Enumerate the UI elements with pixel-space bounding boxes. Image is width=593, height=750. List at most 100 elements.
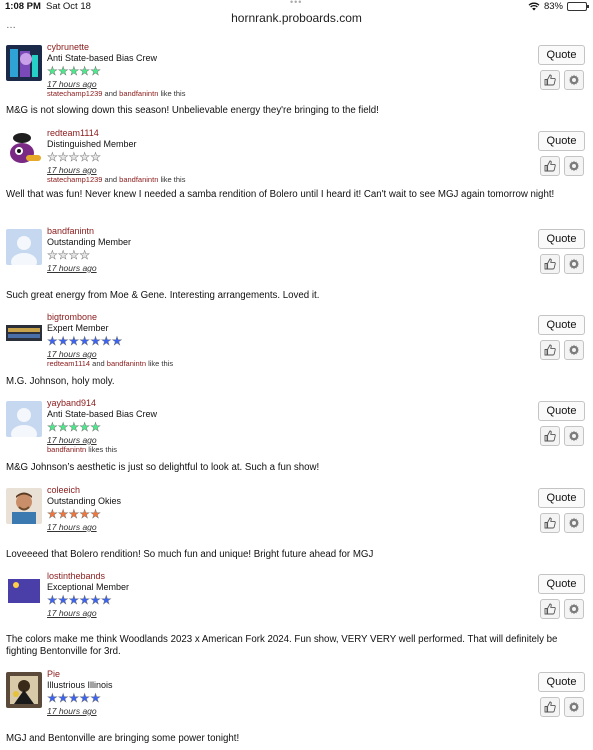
rank-stars: ★ ★ ★ ★ ★ ★ — [47, 594, 129, 606]
like-button[interactable] — [540, 697, 560, 717]
options-button[interactable] — [564, 513, 584, 533]
post-time-link[interactable]: 17 hours ago — [47, 79, 185, 89]
avatar[interactable] — [6, 315, 42, 351]
quote-button[interactable]: Quote — [538, 315, 585, 335]
quote-button[interactable]: Quote — [538, 45, 585, 65]
avatar[interactable] — [6, 573, 42, 609]
likes-suffix: like this — [158, 175, 186, 184]
options-button[interactable] — [564, 70, 584, 90]
rank-star-icon: ★ — [79, 420, 91, 434]
options-button[interactable] — [564, 156, 584, 176]
quote-button[interactable]: Quote — [538, 131, 585, 151]
battery-icon — [567, 2, 589, 11]
rank-star-icon: ★ — [100, 334, 112, 348]
gear-icon — [568, 430, 580, 442]
gear-icon — [568, 517, 580, 529]
post-body: M&G is not slowing down this season! Unb… — [6, 105, 379, 116]
post-time-link[interactable]: 17 hours ago — [47, 435, 157, 445]
rank-star-icon: ★ — [90, 420, 101, 434]
like-button[interactable] — [540, 426, 560, 446]
rank-star-icon: ★ — [90, 691, 101, 705]
post-body: M.G. Johnson, holy moly. — [6, 376, 115, 387]
member-rank: Anti State-based Bias Crew — [47, 409, 158, 419]
rank-stars: ★ ★ ★ ★ ★ — [47, 65, 185, 77]
post-body: Such great energy from Moe & Gene. Inter… — [6, 290, 320, 301]
member-rank: Outstanding Member — [47, 237, 132, 247]
username-link[interactable]: bandfanintn — [47, 226, 131, 237]
liker-link[interactable]: redteam1114 — [47, 359, 90, 368]
quote-button[interactable]: Quote — [538, 672, 585, 692]
post-meta: yayband914 Anti State-based Bias Crew ★ ★ ★ ★… — [47, 398, 157, 455]
avatar[interactable] — [6, 45, 42, 81]
quote-button[interactable]: Quote — [538, 401, 585, 421]
liker-link[interactable]: bandfanintn — [107, 359, 146, 368]
like-button[interactable] — [540, 156, 560, 176]
options-button[interactable] — [564, 340, 584, 360]
rank-star-icon: ★ — [57, 64, 69, 78]
thumbs-up-icon — [544, 74, 556, 86]
post-time-link[interactable]: 17 hours ago — [47, 608, 129, 618]
options-button[interactable] — [564, 426, 584, 446]
rank-star-icon: ★ — [47, 507, 58, 521]
avatar[interactable] — [6, 131, 42, 167]
options-button[interactable] — [564, 697, 584, 717]
address-bar[interactable]: hornrank.proboards.com — [0, 11, 593, 25]
rank-star-icon: ★ — [57, 593, 69, 607]
like-button[interactable] — [540, 254, 560, 274]
quote-button[interactable]: Quote — [538, 488, 585, 508]
rank-star-icon: ★ — [57, 248, 69, 262]
rank-star-icon: ★ — [111, 334, 123, 348]
avatar[interactable] — [6, 672, 42, 708]
post-body: The colors make me think Woodlands 2023 … — [6, 634, 558, 657]
member-rank: Distinguished Member — [47, 139, 137, 149]
post-meta: lostinthebands Exceptional Member ★ ★ ★ ★ ★ ★ 17… — [47, 571, 129, 618]
liker-link[interactable]: statechamp1239 — [47, 175, 102, 184]
post-body: MGJ and Bentonville are bringing some po… — [6, 733, 240, 744]
quote-button[interactable]: Quote — [538, 574, 585, 594]
username-link[interactable]: yayband914 — [47, 398, 157, 409]
options-button[interactable] — [564, 254, 584, 274]
liker-link[interactable]: bandfanintn — [119, 89, 158, 98]
username-link[interactable]: coleeich — [47, 485, 121, 496]
options-button[interactable] — [564, 599, 584, 619]
username-link[interactable]: cybrunette — [47, 42, 185, 53]
liker-link[interactable]: bandfanintn — [119, 175, 158, 184]
like-button[interactable] — [540, 340, 560, 360]
liker-link[interactable]: bandfanintn — [47, 445, 86, 454]
likes-suffix: like this — [158, 89, 186, 98]
quote-button-label: Quote — [546, 676, 577, 688]
post-time-link[interactable]: 17 hours ago — [47, 522, 121, 532]
username-link[interactable]: redteam1114 — [47, 128, 185, 139]
rank-star-icon: ★ — [47, 248, 58, 262]
rank-star-icon: ★ — [90, 64, 101, 78]
like-button[interactable] — [540, 513, 560, 533]
quote-button-label: Quote — [546, 233, 577, 245]
avatar[interactable] — [6, 401, 42, 437]
rank-stars: ★ ★ ★ ★ ★ — [47, 151, 185, 163]
post-time-link[interactable]: 17 hours ago — [47, 165, 185, 175]
likes-line: bandfanintn likes this — [47, 445, 157, 455]
previous-post-clipped: … — [6, 26, 506, 31]
avatar[interactable] — [6, 488, 42, 524]
username-link[interactable]: bigtrombone — [47, 312, 173, 323]
rank-star-icon: ★ — [68, 507, 80, 521]
rank-star-icon: ★ — [79, 334, 91, 348]
rank-star-icon: ★ — [90, 150, 101, 164]
post-time-link[interactable]: 17 hours ago — [47, 706, 113, 716]
like-button[interactable] — [540, 599, 560, 619]
like-button[interactable] — [540, 70, 560, 90]
username-link[interactable]: lostinthebands — [47, 571, 129, 582]
post-time-link[interactable]: 17 hours ago — [47, 263, 131, 273]
member-rank: Expert Member — [47, 323, 109, 333]
rank-star-icon: ★ — [47, 691, 58, 705]
post-time-link[interactable]: 17 hours ago — [47, 349, 173, 359]
thumbs-up-icon — [544, 701, 556, 713]
username-link[interactable]: Pie — [47, 669, 113, 680]
avatar[interactable] — [6, 229, 42, 265]
likes-line: redteam1114 and bandfanintn like this — [47, 359, 174, 368]
tab-dots[interactable]: ••• — [290, 0, 302, 7]
member-rank: Outstanding Okies — [47, 496, 122, 506]
liker-link[interactable]: statechamp1239 — [47, 89, 102, 98]
gear-icon — [568, 344, 580, 356]
quote-button[interactable]: Quote — [538, 229, 585, 249]
